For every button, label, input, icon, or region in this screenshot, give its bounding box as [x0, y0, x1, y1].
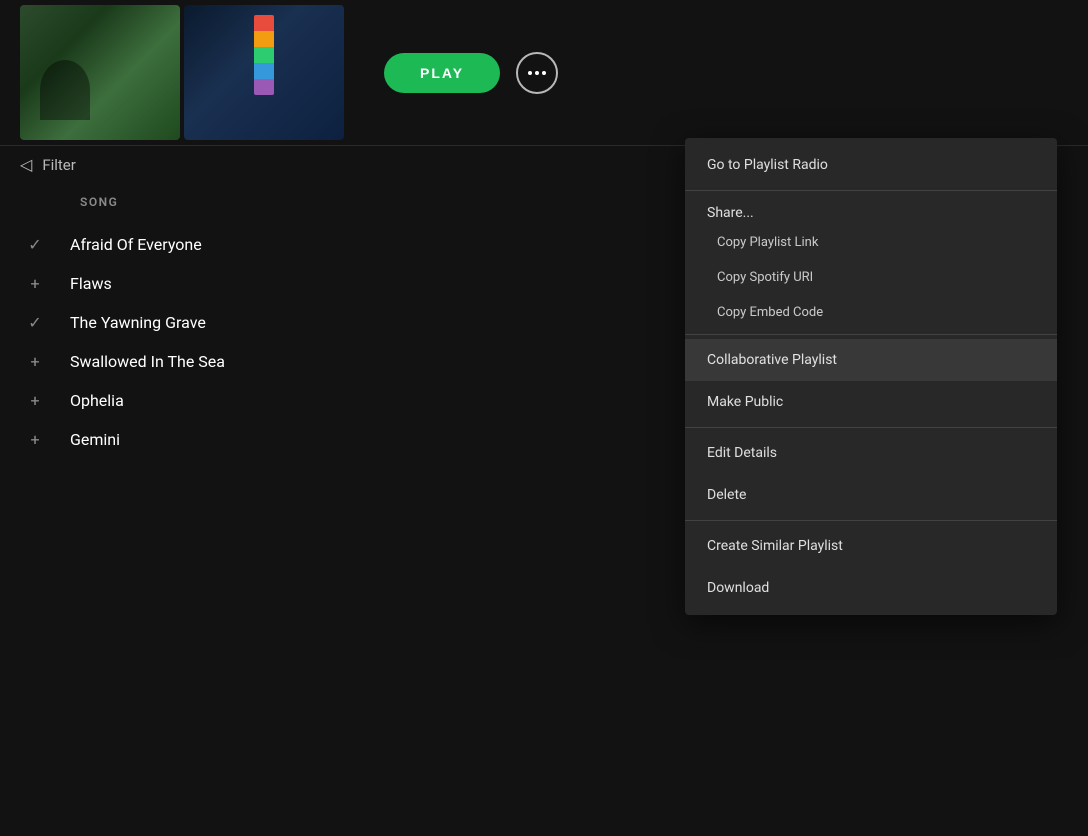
menu-item-copy-spotify-uri[interactable]: Copy Spotify URI [685, 260, 1057, 295]
menu-item-copy-playlist-link[interactable]: Copy Playlist Link [685, 225, 1057, 260]
menu-divider-4 [685, 520, 1057, 521]
song-name-3: The Yawning Grave [70, 313, 206, 332]
checkmark-icon-3: ✓ [20, 313, 50, 332]
checkmark-icon-1: ✓ [20, 235, 50, 254]
plus-icon-2: + [20, 274, 50, 293]
controls-area: PLAY [384, 52, 558, 94]
song-name-2: Flaws [70, 274, 112, 293]
filter-icon: ◁ [20, 155, 32, 174]
plus-icon-4: + [20, 352, 50, 371]
song-name-5: Ophelia [70, 391, 124, 410]
menu-item-download[interactable]: Download [685, 567, 1057, 609]
menu-item-make-public[interactable]: Make Public [685, 381, 1057, 423]
song-name-4: Swallowed In The Sea [70, 352, 225, 371]
album-art-left [20, 5, 180, 140]
menu-divider-1 [685, 190, 1057, 191]
top-area: PLAY [0, 0, 1088, 145]
filter-bar: ◁ Filter [20, 155, 76, 174]
menu-item-go-to-playlist-radio[interactable]: Go to Playlist Radio [685, 144, 1057, 186]
plus-icon-6: + [20, 430, 50, 449]
menu-divider-3 [685, 427, 1057, 428]
menu-item-collaborative-playlist[interactable]: Collaborative Playlist [685, 339, 1057, 381]
play-button[interactable]: PLAY [384, 53, 500, 93]
song-name-6: Gemini [70, 430, 120, 449]
menu-item-delete[interactable]: Delete [685, 474, 1057, 516]
menu-item-edit-details[interactable]: Edit Details [685, 432, 1057, 474]
context-menu: Go to Playlist Radio Share... Copy Playl… [685, 138, 1057, 615]
album-art-right [184, 5, 344, 140]
ellipsis-icon [528, 71, 546, 75]
menu-item-copy-embed-code[interactable]: Copy Embed Code [685, 295, 1057, 330]
plus-icon-5: + [20, 391, 50, 410]
menu-item-share-header[interactable]: Share... [685, 195, 1057, 225]
menu-divider-2 [685, 334, 1057, 335]
menu-item-create-similar-playlist[interactable]: Create Similar Playlist [685, 525, 1057, 567]
more-options-button[interactable] [516, 52, 558, 94]
filter-label: Filter [42, 156, 76, 174]
song-name-1: Afraid Of Everyone [70, 235, 202, 254]
